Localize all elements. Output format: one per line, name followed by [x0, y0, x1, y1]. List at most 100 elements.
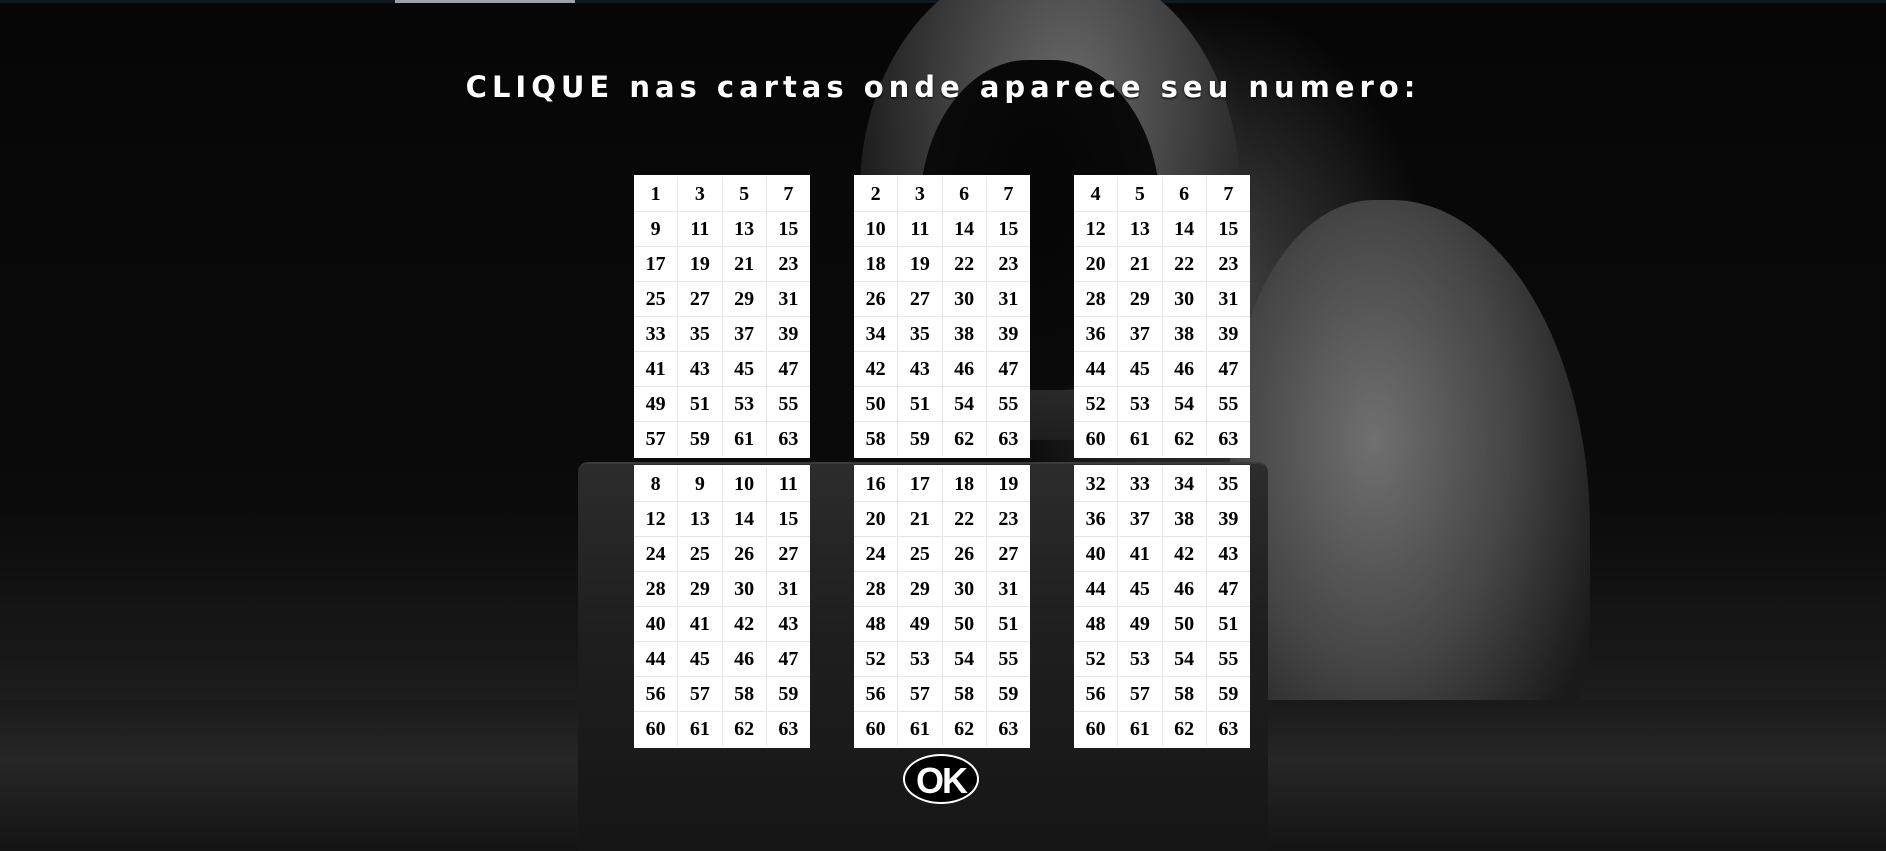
- card-number: 14: [1162, 211, 1207, 247]
- card-number: 59: [986, 676, 1030, 712]
- card-number: 25: [634, 281, 679, 317]
- card-row: 24 25 26 27: [634, 536, 810, 572]
- card-number: 60: [634, 711, 679, 746]
- card-number: 55: [986, 641, 1030, 677]
- card-number: 56: [854, 676, 899, 712]
- card-row: 8 9 10 11: [634, 467, 810, 502]
- card-number: 39: [766, 316, 810, 352]
- card-row: 33 35 37 39: [634, 316, 810, 352]
- card-number: 25: [677, 536, 723, 572]
- card-number: 62: [942, 421, 987, 456]
- card-row: 28 29 30 31: [634, 571, 810, 607]
- card-row: 48 49 50 51: [1074, 606, 1250, 642]
- card-number: 33: [1117, 467, 1163, 502]
- card-number: 59: [677, 421, 723, 456]
- card-number: 48: [854, 606, 899, 642]
- card-table: 2 3 6 7 10 11 14 15 18 19 22 23 26 27 30 31 34 35 38 39 42 43…: [854, 177, 1030, 456]
- card-number: 15: [766, 501, 810, 537]
- card-number: 3: [677, 177, 723, 212]
- card-table: 1 3 5 7 9 11 13 15 17 19 21 23 25 27 29 31 33 35 37 39 41 43 4…: [634, 177, 810, 456]
- card-number: 29: [1117, 281, 1163, 317]
- card-number: 45: [1117, 571, 1163, 607]
- card-number: 38: [1162, 316, 1207, 352]
- card-number: 21: [1117, 246, 1163, 282]
- card-row: 44 45 46 47: [634, 641, 810, 677]
- card-number: 29: [677, 571, 723, 607]
- card-number: 41: [1117, 536, 1163, 572]
- card-number: 48: [1074, 606, 1119, 642]
- card-number: 44: [634, 641, 679, 677]
- card-number: 59: [766, 676, 810, 712]
- card-row: 60 61 62 63: [634, 711, 810, 746]
- number-card-2[interactable]: 2 3 6 7 10 11 14 15 18 19 22 23 26 27 30 31 34 35 38 39 42 43…: [854, 175, 1030, 458]
- card-number: 27: [677, 281, 723, 317]
- card-number: 22: [942, 501, 987, 537]
- card-row: 52 53 54 55: [1074, 641, 1250, 677]
- card-number: 60: [1074, 711, 1119, 746]
- card-number: 30: [1162, 281, 1207, 317]
- card-number: 31: [986, 281, 1030, 317]
- card-number: 62: [1162, 711, 1207, 746]
- card-number: 33: [634, 316, 679, 352]
- card-number: 22: [942, 246, 987, 282]
- card-row: 52 53 54 55: [1074, 386, 1250, 422]
- card-number: 24: [634, 536, 679, 572]
- card-number: 52: [1074, 641, 1119, 677]
- card-number: 45: [677, 641, 723, 677]
- number-card-1[interactable]: 1 3 5 7 9 11 13 15 17 19 21 23 25 27 29 31 33 35 37 39 41 43 4…: [634, 175, 810, 458]
- card-number: 26: [942, 536, 987, 572]
- card-number: 55: [1206, 641, 1250, 677]
- card-number: 28: [1074, 281, 1119, 317]
- card-number: 51: [677, 386, 723, 422]
- card-row: 20 21 22 23: [1074, 246, 1250, 282]
- card-number: 35: [897, 316, 943, 352]
- card-number: 31: [986, 571, 1030, 607]
- card-number: 62: [942, 711, 987, 746]
- card-number: 56: [634, 676, 679, 712]
- card-number: 9: [677, 467, 723, 502]
- card-number: 49: [1117, 606, 1163, 642]
- card-number: 23: [986, 501, 1030, 537]
- card-number: 45: [1117, 351, 1163, 387]
- card-number: 55: [986, 386, 1030, 422]
- ok-button[interactable]: OK: [903, 754, 979, 804]
- card-number: 40: [1074, 536, 1119, 572]
- card-number: 28: [634, 571, 679, 607]
- card-number: 20: [854, 501, 899, 537]
- number-card-3[interactable]: 4 5 6 7 12 13 14 15 20 21 22 23 28 29 30 31 36 37 38 39 44 45…: [1074, 175, 1250, 458]
- card-row: 56 57 58 59: [1074, 676, 1250, 712]
- card-number: 61: [677, 711, 723, 746]
- card-number: 59: [897, 421, 943, 456]
- card-number: 13: [677, 501, 723, 537]
- card-number: 27: [986, 536, 1030, 572]
- card-number: 60: [854, 711, 899, 746]
- card-number: 29: [897, 571, 943, 607]
- card-number: 20: [1074, 246, 1119, 282]
- card-number: 49: [897, 606, 943, 642]
- card-number: 10: [722, 467, 767, 502]
- card-number: 12: [634, 501, 679, 537]
- card-number: 53: [897, 641, 943, 677]
- card-number: 34: [854, 316, 899, 352]
- card-row: 28 29 30 31: [1074, 281, 1250, 317]
- card-number: 50: [854, 386, 899, 422]
- card-number: 10: [854, 211, 899, 247]
- card-number: 23: [1206, 246, 1250, 282]
- card-row: 48 49 50 51: [854, 606, 1030, 642]
- number-card-6[interactable]: 32 33 34 35 36 37 38 39 40 41 42 43 44 45 46 47 48 49 50 51…: [1074, 465, 1250, 748]
- card-number: 38: [1162, 501, 1207, 537]
- card-number: 19: [986, 467, 1030, 502]
- number-card-5[interactable]: 16 17 18 19 20 21 22 23 24 25 26 27 28 29 30 31 48 49 50 51…: [854, 465, 1030, 748]
- card-number: 51: [986, 606, 1030, 642]
- card-number: 32: [1074, 467, 1119, 502]
- card-number: 40: [634, 606, 679, 642]
- card-number: 52: [854, 641, 899, 677]
- card-number: 37: [1117, 316, 1163, 352]
- card-row: 16 17 18 19: [854, 467, 1030, 502]
- card-number: 46: [942, 351, 987, 387]
- card-number: 63: [778, 717, 799, 740]
- card-number: 42: [722, 606, 767, 642]
- number-card-4[interactable]: 8 9 10 11 12 13 14 15 24 25 26 27 28 29 30 31 40 41 42 43 44…: [634, 465, 810, 748]
- card-number: 14: [722, 501, 767, 537]
- card-row: 40 41 42 43: [1074, 536, 1250, 572]
